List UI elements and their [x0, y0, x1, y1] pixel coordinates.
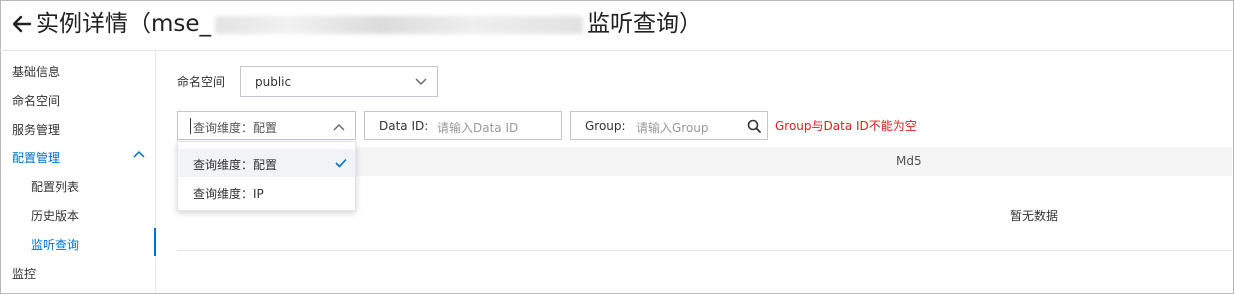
- empty-state-text: 暂无数据: [1010, 209, 1059, 223]
- sidebar: 基础信息 命名空间 服务管理 配置管理 配置列表 历史版本 监听查询 监控: [0, 51, 156, 292]
- check-icon: [335, 158, 347, 168]
- table-divider: [177, 250, 1232, 251]
- query-dimension-select[interactable]: 查询维度：配置: [177, 111, 356, 140]
- sidebar-item-namespace[interactable]: 命名空间: [12, 92, 60, 109]
- dataid-placeholder: 请输入Data ID: [437, 121, 519, 135]
- chevron-up-icon: [333, 124, 345, 131]
- search-icon[interactable]: [747, 119, 761, 133]
- namespace-select-value: public: [255, 75, 292, 89]
- chevron-down-icon: [415, 78, 427, 85]
- dropdown-option-ip[interactable]: 查询维度：IP: [178, 178, 355, 206]
- validation-error: Group与Data ID不能为空: [775, 119, 917, 133]
- sidebar-item-service-management[interactable]: 服务管理: [12, 121, 60, 138]
- namespace-label: 命名空间: [177, 75, 226, 89]
- column-header-md5: Md5: [896, 154, 922, 168]
- redacted-instance-id: [215, 15, 584, 34]
- query-dimension-value: 查询维度：配置: [193, 121, 278, 135]
- query-dimension-dropdown: 查询维度：配置 查询维度：IP: [177, 141, 356, 211]
- group-field[interactable]: Group: 请输入Group: [570, 111, 768, 140]
- sidebar-item-config-management[interactable]: 配置管理: [12, 149, 60, 166]
- page-title-suffix: 监听查询）: [587, 11, 703, 37]
- sidebar-item-config-list[interactable]: 配置列表: [31, 178, 79, 195]
- dataid-label: Data ID:: [379, 119, 429, 133]
- active-indicator: [154, 228, 156, 256]
- sidebar-item-listener-query[interactable]: 监听查询: [31, 236, 79, 253]
- dataid-field[interactable]: Data ID: 请输入Data ID: [364, 111, 562, 140]
- page-header: 实例详情（mse_ 监听查询）: [0, 0, 1232, 51]
- namespace-select[interactable]: public: [240, 66, 438, 97]
- dropdown-option-label: 查询维度：配置: [193, 158, 278, 172]
- sidebar-item-monitor[interactable]: 监控: [12, 265, 36, 282]
- page-title: 实例详情（mse_ 监听查询）: [36, 8, 702, 40]
- group-placeholder: 请输入Group: [636, 121, 709, 135]
- sidebar-item-history-version[interactable]: 历史版本: [31, 207, 79, 224]
- page-title-prefix: 实例详情（mse_: [36, 11, 212, 37]
- text-cursor: [190, 118, 191, 134]
- chevron-up-icon[interactable]: [133, 150, 145, 158]
- group-label: Group:: [585, 119, 626, 133]
- dropdown-option-config[interactable]: 查询维度：配置: [178, 149, 355, 177]
- sidebar-item-basic-info[interactable]: 基础信息: [12, 63, 60, 80]
- arrow-left-icon[interactable]: [10, 10, 34, 38]
- dropdown-option-label: 查询维度：IP: [193, 187, 264, 201]
